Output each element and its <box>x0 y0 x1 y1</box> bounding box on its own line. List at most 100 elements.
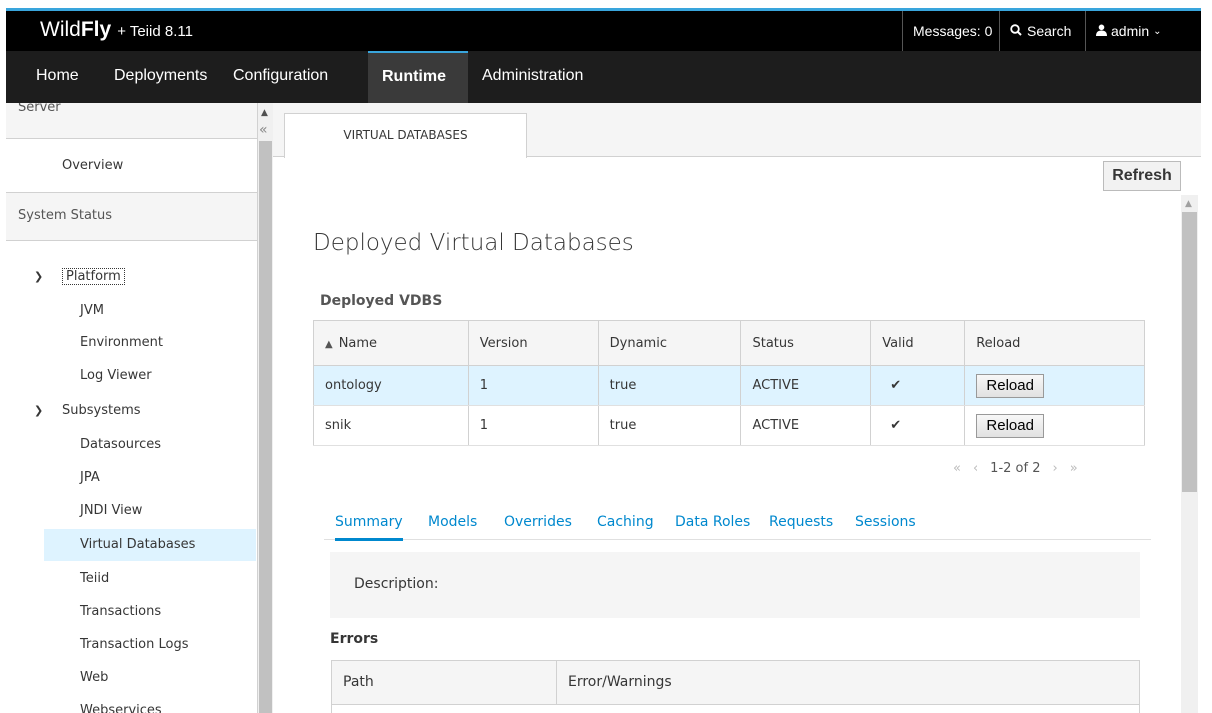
nav-administration[interactable]: Administration <box>468 51 597 103</box>
column-header-path[interactable]: Path <box>343 674 374 690</box>
search-link[interactable]: Search <box>999 11 1071 51</box>
sidebar-item-jvm[interactable]: JVM <box>6 295 257 327</box>
sidebar-item-transactions[interactable]: Transactions <box>6 596 257 628</box>
sidebar-item-environment-label: Environment <box>80 335 164 350</box>
column-header-name[interactable]: ▲ Name <box>313 320 469 366</box>
nav-configuration[interactable]: Configuration <box>219 51 342 103</box>
sidebar-item-teiid-label: Teiid <box>80 571 110 586</box>
tab-models[interactable]: Models <box>428 514 477 530</box>
sidebar-item-overview-label: Overview <box>62 158 124 173</box>
page-title: Deployed Virtual Databases <box>313 230 634 256</box>
brand-logo: WildFly + Teiid 8.11 <box>40 18 193 42</box>
main-scrollbar-thumb[interactable] <box>1182 212 1197 492</box>
column-header-error-warnings[interactable]: Error/Warnings <box>568 674 672 690</box>
errors-title: Errors <box>330 631 379 647</box>
main-nav: Home Deployments Configuration Runtime A… <box>6 51 1201 103</box>
cell-name: ontology <box>313 365 469 406</box>
sidebar-item-platform-label: Platform <box>62 268 125 285</box>
cell-dynamic: true <box>598 405 742 446</box>
first-page-icon[interactable]: « <box>953 461 961 476</box>
sidebar-item-datasources[interactable]: Datasources <box>6 429 257 461</box>
chevron-down-icon: ❯ <box>34 404 44 417</box>
sidebar-item-jvm-label: JVM <box>80 303 104 318</box>
column-header-reload: Reload <box>964 320 1145 366</box>
nav-deployments[interactable]: Deployments <box>100 51 221 103</box>
column-divider <box>556 661 557 705</box>
description-label: Description: <box>354 576 439 592</box>
cell-dynamic: true <box>598 365 742 406</box>
table-row[interactable]: ontology 1 true ACTIVE ✔ Reload <box>313 365 1145 406</box>
sidebar-header-system-status-label: System Status <box>18 208 113 223</box>
sidebar-item-environment[interactable]: Environment <box>6 327 257 359</box>
sidebar-item-platform[interactable]: ❯ Platform <box>6 261 257 293</box>
tab-summary[interactable]: Summary <box>335 514 403 541</box>
prev-page-icon[interactable]: ‹ <box>973 461 978 476</box>
next-page-icon[interactable]: › <box>1052 461 1057 476</box>
sidebar-item-web[interactable]: Web <box>6 662 257 694</box>
table-header-row: ▲ Name Version Dynamic Status Valid Reloa… <box>313 320 1145 366</box>
tab-overrides[interactable]: Overrides <box>504 514 572 530</box>
reload-button[interactable]: Reload <box>976 413 1045 438</box>
sort-asc-icon: ▲ <box>325 338 333 350</box>
sidebar-header-system-status[interactable]: System Status <box>6 193 257 241</box>
sidebar: Server Overview System Status ❯ Platform… <box>6 103 258 713</box>
cell-status: ACTIVE <box>740 405 872 446</box>
reload-button[interactable]: Reload <box>976 373 1045 398</box>
column-header-valid[interactable]: Valid <box>870 320 966 366</box>
top-bar: WildFly + Teiid 8.11 Messages: 0 Search a… <box>6 8 1201 51</box>
sidebar-item-log-viewer[interactable]: Log Viewer <box>6 360 257 392</box>
scroll-up-icon[interactable]: ▲ <box>261 108 268 118</box>
detail-tabs: Summary Models Overrides Caching Data Ro… <box>324 508 1151 541</box>
sidebar-item-subsystems[interactable]: ❯ Subsystems <box>6 395 257 427</box>
pagination-label: 1-2 of 2 <box>990 461 1041 476</box>
sidebar-scrollbar[interactable]: ▲ <box>258 103 273 713</box>
sidebar-item-web-label: Web <box>80 670 109 685</box>
nav-home[interactable]: Home <box>22 51 93 103</box>
vdb-table: ▲ Name Version Dynamic Status Valid Reloa… <box>313 320 1145 446</box>
collapse-sidebar-icon[interactable]: « <box>259 122 268 138</box>
cell-version: 1 <box>468 365 599 406</box>
tab-requests[interactable]: Requests <box>769 514 833 530</box>
brand-suffix: + Teiid 8.11 <box>117 23 193 40</box>
tab-sessions[interactable]: Sessions <box>855 514 916 530</box>
sidebar-scrollbar-thumb[interactable] <box>259 141 272 713</box>
sidebar-item-overview[interactable]: Overview <box>6 139 257 193</box>
sidebar-item-jndi-view[interactable]: JNDI View <box>6 495 257 527</box>
column-header-version[interactable]: Version <box>467 320 599 366</box>
table-row[interactable]: snik 1 true ACTIVE ✔ Reload <box>313 405 1145 446</box>
section-title-deployed-vdbs: Deployed VDBS <box>320 293 443 309</box>
cell-version: 1 <box>468 405 599 446</box>
tab-data-roles[interactable]: Data Roles <box>675 514 750 530</box>
user-menu[interactable]: admin ⌄ <box>1085 11 1162 51</box>
chevron-down-icon: ⌄ <box>1153 25 1162 37</box>
sidebar-item-datasources-label: Datasources <box>80 437 161 452</box>
cell-valid: ✔ <box>870 365 966 406</box>
column-header-dynamic[interactable]: Dynamic <box>597 320 742 366</box>
sidebar-item-jpa-label: JPA <box>80 470 100 485</box>
refresh-button[interactable]: Refresh <box>1103 161 1181 191</box>
sidebar-header-server-label: Server <box>18 103 61 115</box>
sidebar-header-server: Server <box>6 103 257 139</box>
sidebar-item-virtual-databases[interactable]: Virtual Databases <box>44 529 256 561</box>
tab-virtual-databases[interactable]: VIRTUAL DATABASES <box>284 113 527 158</box>
sidebar-item-transaction-logs-label: Transaction Logs <box>80 637 189 652</box>
scroll-up-icon[interactable]: ▲ <box>1185 199 1192 209</box>
column-header-status[interactable]: Status <box>740 320 872 366</box>
cell-name: snik <box>313 405 469 446</box>
last-page-icon[interactable]: » <box>1070 461 1078 476</box>
sidebar-item-jpa[interactable]: JPA <box>6 462 257 494</box>
messages-link[interactable]: Messages: 0 <box>902 11 992 51</box>
sidebar-item-webservices[interactable]: Webservices <box>6 695 257 713</box>
search-icon <box>1010 23 1022 39</box>
cell-reload: Reload <box>964 405 1145 446</box>
checkmark-icon: ✔ <box>890 378 902 393</box>
cell-status: ACTIVE <box>740 365 872 406</box>
cell-valid: ✔ <box>870 405 966 446</box>
sidebar-item-transaction-logs[interactable]: Transaction Logs <box>6 629 257 661</box>
sidebar-item-log-viewer-label: Log Viewer <box>80 368 152 383</box>
sidebar-item-teiid[interactable]: Teiid <box>6 563 257 595</box>
main-scrollbar[interactable]: ▲ <box>1181 195 1198 713</box>
tab-caching[interactable]: Caching <box>597 514 654 530</box>
nav-runtime[interactable]: Runtime <box>368 51 468 103</box>
sidebar-item-transactions-label: Transactions <box>80 604 162 619</box>
